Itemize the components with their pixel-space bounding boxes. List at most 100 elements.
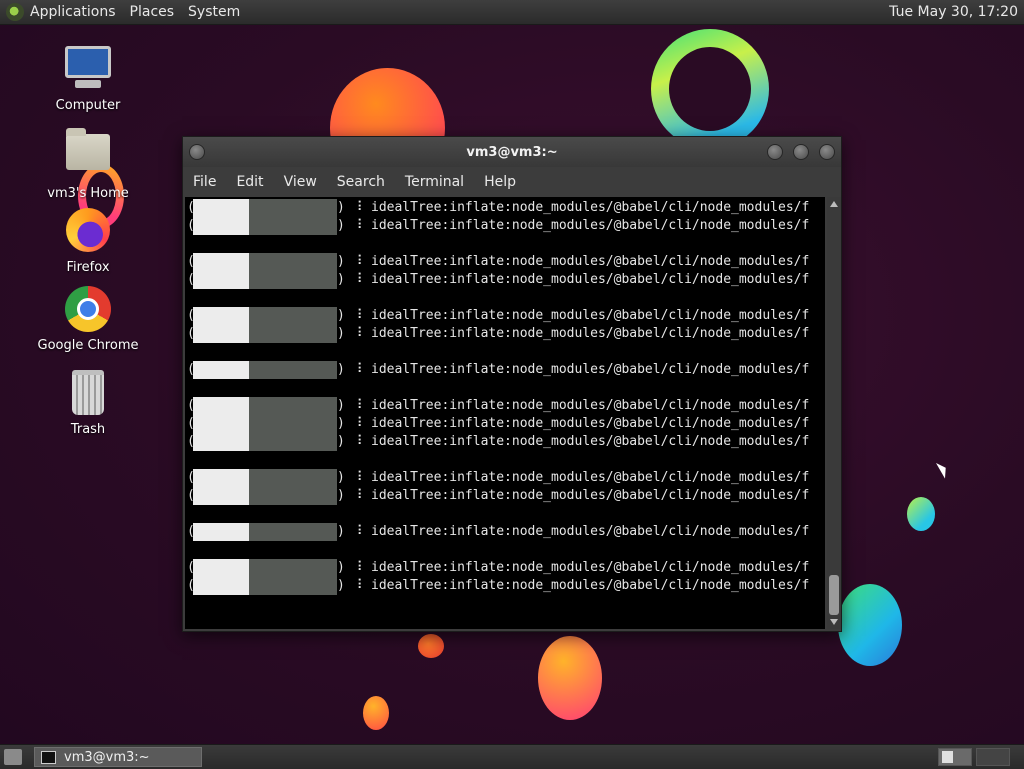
workspace-2[interactable] xyxy=(976,748,1010,766)
progress-bar-remaining xyxy=(249,307,337,343)
menu-edit[interactable]: Edit xyxy=(236,174,263,190)
desktop-icon-chrome[interactable]: Google Chrome xyxy=(33,286,143,353)
wallpaper-orange-egg xyxy=(538,636,602,720)
terminal-line-text: idealTree:inflate:node_modules/@babel/cl… xyxy=(371,218,810,233)
desktop-icon-label: Google Chrome xyxy=(37,338,139,353)
terminal-icon xyxy=(41,750,56,764)
desktop-icon-computer[interactable]: Computer xyxy=(33,46,143,113)
progress-bar-remaining xyxy=(249,397,337,451)
spinner-glyph: ⠸ xyxy=(353,470,363,485)
paren-close: ) xyxy=(337,272,345,287)
paren-close: ) xyxy=(337,362,345,377)
terminal-line-text: idealTree:inflate:node_modules/@babel/cl… xyxy=(371,254,810,269)
chrome-icon xyxy=(64,286,112,334)
home-folder-icon xyxy=(64,128,112,182)
paren-close: ) xyxy=(337,560,345,575)
spinner-glyph: ⠸ xyxy=(353,416,363,431)
spinner-glyph: ⠸ xyxy=(353,254,363,269)
spinner-glyph: ⠸ xyxy=(353,560,363,575)
terminal-menubar: File Edit View Search Terminal Help xyxy=(183,167,841,197)
spinner-glyph: ⠸ xyxy=(353,362,363,377)
firefox-icon xyxy=(64,208,112,256)
close-icon[interactable] xyxy=(819,144,835,160)
terminal-line-text: idealTree:inflate:node_modules/@babel/cl… xyxy=(371,398,810,413)
spinner-glyph: ⠸ xyxy=(353,218,363,233)
taskbar-terminal-button[interactable]: vm3@vm3:~ xyxy=(34,747,202,767)
terminal-line-text: idealTree:inflate:node_modules/@babel/cl… xyxy=(371,308,810,323)
places-menu[interactable]: Places xyxy=(130,4,175,20)
progress-bar-filled xyxy=(193,361,249,379)
paren-close: ) xyxy=(337,326,345,341)
paren-close: ) xyxy=(337,200,345,215)
menu-help[interactable]: Help xyxy=(484,174,516,190)
wallpaper-blue-egg xyxy=(838,584,902,666)
progress-bar-remaining xyxy=(249,469,337,505)
spinner-glyph: ⠸ xyxy=(353,308,363,323)
terminal-line-text: idealTree:inflate:node_modules/@babel/cl… xyxy=(371,326,810,341)
trash-icon xyxy=(64,370,112,418)
menu-terminal[interactable]: Terminal xyxy=(405,174,464,190)
spinner-glyph: ⠸ xyxy=(353,488,363,503)
system-menu[interactable]: System xyxy=(188,4,240,20)
progress-bar-filled xyxy=(193,469,249,505)
wallpaper-small-blue-egg xyxy=(907,497,935,531)
terminal-line-text: idealTree:inflate:node_modules/@babel/cl… xyxy=(371,560,810,575)
progress-bar-filled xyxy=(193,559,249,595)
terminal-line-text: idealTree:inflate:node_modules/@babel/cl… xyxy=(371,416,810,431)
progress-bar-filled xyxy=(193,397,249,451)
main-menu-logo-icon[interactable] xyxy=(6,3,24,21)
progress-bar-remaining xyxy=(249,559,337,595)
paren-close: ) xyxy=(337,470,345,485)
workspace-1[interactable] xyxy=(938,748,972,766)
paren-close: ) xyxy=(337,524,345,539)
progress-bar-filled xyxy=(193,523,249,541)
menu-view[interactable]: View xyxy=(284,174,317,190)
paren-close: ) xyxy=(337,218,345,233)
terminal-window[interactable]: vm3@vm3:~ File Edit View Search Terminal… xyxy=(182,136,842,632)
paren-close: ) xyxy=(337,434,345,449)
terminal-scrollbar[interactable] xyxy=(827,197,841,629)
scroll-down-icon[interactable] xyxy=(830,619,838,625)
scroll-up-icon[interactable] xyxy=(830,201,838,207)
desktop-icon-label: Firefox xyxy=(66,260,110,275)
progress-bar-remaining xyxy=(249,523,337,541)
paren-close: ) xyxy=(337,578,345,593)
terminal-line-text: idealTree:inflate:node_modules/@babel/cl… xyxy=(371,524,810,539)
menu-file[interactable]: File xyxy=(193,174,216,190)
spinner-glyph: ⠸ xyxy=(353,200,363,215)
desktop-icon-trash[interactable]: Trash xyxy=(33,366,143,437)
paren-close: ) xyxy=(337,488,345,503)
desktop-icon-home[interactable]: vm3's Home xyxy=(33,126,143,201)
panel-clock[interactable]: Tue May 30, 17:20 xyxy=(889,4,1018,20)
progress-bar-remaining xyxy=(249,253,337,289)
wallpaper-small-orange-egg xyxy=(363,696,389,730)
minimize-icon[interactable] xyxy=(767,144,783,160)
applications-menu[interactable]: Applications xyxy=(30,4,116,20)
spinner-glyph: ⠸ xyxy=(353,272,363,287)
paren-close: ) xyxy=(337,416,345,431)
spinner-glyph: ⠸ xyxy=(353,524,363,539)
paren-close: ) xyxy=(337,254,345,269)
terminal-line-text: idealTree:inflate:node_modules/@babel/cl… xyxy=(371,200,810,215)
desktop-icon-firefox[interactable]: Firefox xyxy=(33,206,143,275)
taskbar-terminal-label: vm3@vm3:~ xyxy=(64,749,150,765)
maximize-icon[interactable] xyxy=(793,144,809,160)
window-menu-icon[interactable] xyxy=(189,144,205,160)
progress-bar-filled xyxy=(193,253,249,289)
terminal-output[interactable]: () ⠸ idealTree:inflate:node_modules/@babel… xyxy=(185,197,825,629)
progress-bar-filled xyxy=(193,307,249,343)
progress-bar-remaining xyxy=(249,361,337,379)
spinner-glyph: ⠸ xyxy=(353,398,363,413)
computer-icon xyxy=(64,46,112,94)
terminal-line-text: idealTree:inflate:node_modules/@babel/cl… xyxy=(371,362,810,377)
desktop-icon-label: vm3's Home xyxy=(47,186,129,201)
terminal-line-text: idealTree:inflate:node_modules/@babel/cl… xyxy=(371,272,810,287)
wallpaper-red-dot xyxy=(418,634,444,658)
wallpaper-green-ring xyxy=(651,29,769,149)
window-titlebar[interactable]: vm3@vm3:~ xyxy=(183,137,841,167)
scroll-thumb[interactable] xyxy=(829,575,839,615)
progress-bar-remaining xyxy=(249,199,337,235)
menu-search[interactable]: Search xyxy=(337,174,385,190)
desktop-icon-label: Computer xyxy=(55,98,121,113)
show-desktop-icon[interactable] xyxy=(4,749,22,765)
